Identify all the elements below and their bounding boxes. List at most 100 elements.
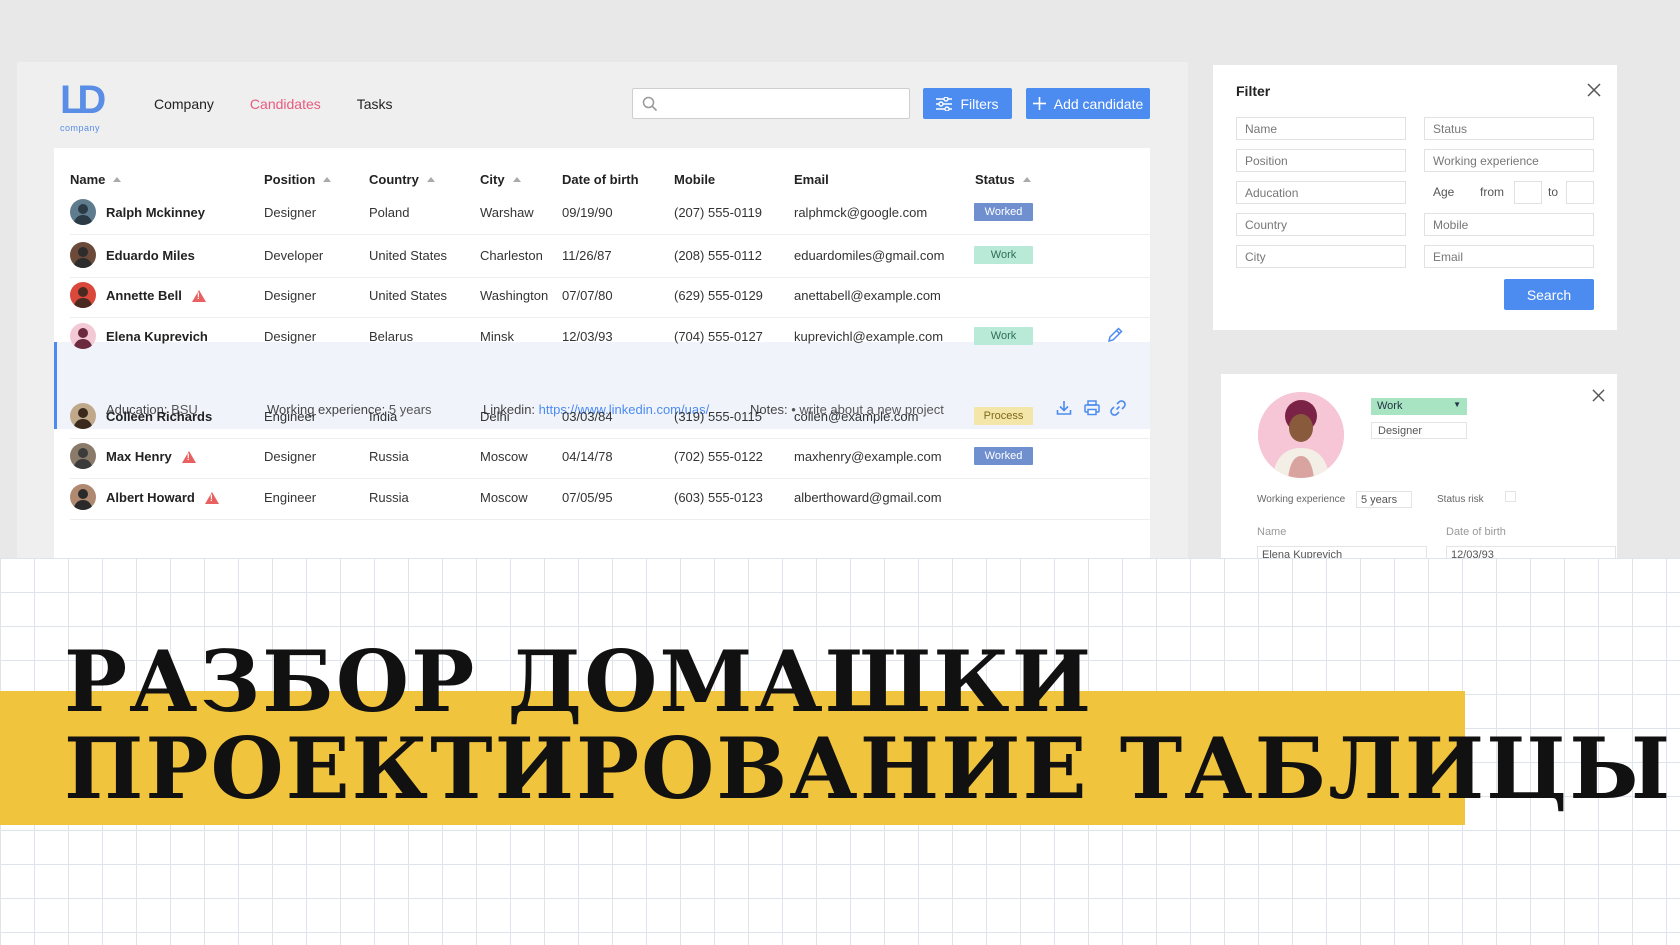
cell-email: kuprevichl@example.com xyxy=(794,329,944,344)
status-risk-checkbox[interactable] xyxy=(1505,491,1516,502)
profile-avatar[interactable] xyxy=(1258,392,1344,478)
cell-mobile: (629) 555-0129 xyxy=(674,288,763,303)
column-header-status[interactable]: Status xyxy=(975,172,1031,187)
headline-line-2: ПРОЕКТИРОВАНИЕ ТАБЛИЦЫ xyxy=(64,719,1673,818)
search-input[interactable] xyxy=(632,88,910,119)
table-row[interactable]: Eduardo Miles Developer United States Charl… xyxy=(54,234,1150,278)
table-row[interactable]: Elena Kuprevich Designer Belarus Minsk 12/03… xyxy=(54,315,1150,359)
candidate-name[interactable]: Max Henry xyxy=(106,449,196,464)
candidate-name[interactable]: Ralph Mckinney xyxy=(106,205,205,220)
table-row[interactable]: Annette Bell Designer United States Washing… xyxy=(54,274,1150,318)
column-header-mobile[interactable]: Mobile xyxy=(674,172,715,187)
filter-country-field[interactable] xyxy=(1236,213,1406,236)
column-header-city[interactable]: City xyxy=(480,172,521,187)
filter-age-from-field[interactable] xyxy=(1514,181,1542,204)
profile-status-select[interactable]: Work ▼ xyxy=(1371,398,1467,415)
profile-position-select[interactable]: Designer xyxy=(1371,422,1467,439)
cell-dob: 11/26/87 xyxy=(562,248,612,263)
column-header-name[interactable]: Name xyxy=(70,172,122,187)
company-logo[interactable]: LD company xyxy=(60,78,110,134)
filter-city-field[interactable] xyxy=(1236,245,1406,268)
avatar xyxy=(70,242,96,268)
column-header-country[interactable]: Country xyxy=(369,172,435,187)
cell-city: Moscow xyxy=(480,490,528,505)
cell-mobile: (319) 555-0115 xyxy=(674,409,762,424)
chevron-down-icon: ▼ xyxy=(1453,400,1461,409)
person-photo-icon xyxy=(1258,392,1344,478)
avatar xyxy=(70,323,96,349)
candidate-name[interactable]: Eduardo Miles xyxy=(106,248,195,263)
cell-mobile: (704) 555-0127 xyxy=(674,329,763,344)
column-header-email[interactable]: Email xyxy=(794,172,829,187)
candidate-name[interactable]: Annette Bell xyxy=(106,288,206,303)
table-row[interactable]: Colleen Richards Engineer India Delhi 03/03/… xyxy=(54,395,1150,439)
table-row[interactable]: Max Henry Designer Russia Moscow 04/14/78 (70… xyxy=(54,435,1150,479)
nav-candidates[interactable]: Candidates xyxy=(250,95,321,113)
candidate-name[interactable]: Albert Howard xyxy=(106,490,219,505)
nav-tasks[interactable]: Tasks xyxy=(357,95,393,113)
filter-mobile-field[interactable] xyxy=(1424,213,1594,236)
filter-title: Filter xyxy=(1236,83,1271,99)
cell-email: alberthoward@gmail.com xyxy=(794,490,942,505)
candidate-name[interactable]: Colleen Richards xyxy=(106,409,212,424)
avatar xyxy=(70,403,96,429)
filter-email-field[interactable] xyxy=(1424,245,1594,268)
nav-company[interactable]: Company xyxy=(154,95,214,113)
cell-position: Engineer xyxy=(264,490,317,505)
filters-button[interactable]: Filters xyxy=(923,88,1012,119)
avatar xyxy=(70,484,96,510)
edit-pencil-icon[interactable] xyxy=(1106,326,1124,344)
cell-country: United States xyxy=(369,288,448,303)
warning-icon xyxy=(181,450,196,463)
column-header-dob[interactable]: Date of birth xyxy=(562,172,639,187)
sort-asc-icon xyxy=(1022,177,1031,182)
cell-mobile: (208) 555-0112 xyxy=(674,248,762,263)
candidate-name[interactable]: Elena Kuprevich xyxy=(106,329,208,344)
filter-position-field[interactable] xyxy=(1236,149,1406,172)
search-icon xyxy=(642,96,658,112)
profile-experience-field[interactable]: 5 years xyxy=(1356,491,1412,508)
cell-country: Russia xyxy=(369,449,409,464)
sort-asc-icon xyxy=(512,177,521,182)
cell-dob: 09/19/90 xyxy=(562,205,613,220)
cell-dob: 04/14/78 xyxy=(562,449,613,464)
cell-mobile: (603) 555-0123 xyxy=(674,490,763,505)
profile-dob-field[interactable]: 12/03/93 xyxy=(1446,546,1616,558)
cell-position: Designer xyxy=(264,449,317,464)
cell-email: collen@example.com xyxy=(794,409,919,424)
cell-position: Engineer xyxy=(264,409,317,424)
filter-age-to-field[interactable] xyxy=(1566,181,1594,204)
headline-line-1: РАЗБОР ДОМАШКИ xyxy=(64,632,1094,731)
candidate-profile-panel: Work ▼ Designer Working experience 5 yea… xyxy=(1221,374,1617,558)
close-icon[interactable] xyxy=(1587,83,1601,97)
table-row[interactable]: Ralph Mckinney Designer Poland Warshaw 09/19… xyxy=(54,191,1150,235)
sort-asc-icon xyxy=(323,177,332,182)
filter-experience-field[interactable] xyxy=(1424,149,1594,172)
cell-city: Charleston xyxy=(480,248,543,263)
filter-search-button[interactable]: Search xyxy=(1504,279,1594,310)
add-candidate-button[interactable]: Add candidate xyxy=(1026,88,1150,119)
filter-panel: Filter Age from to Search xyxy=(1213,65,1617,330)
profile-experience-label: Working experience xyxy=(1257,494,1346,505)
table-row[interactable]: Albert Howard Engineer Russia Moscow 07/05/9… xyxy=(54,476,1150,520)
profile-name-field[interactable]: Elena Kuprevich xyxy=(1257,546,1427,558)
profile-name-label: Name xyxy=(1257,526,1287,538)
cell-dob: 07/05/95 xyxy=(562,490,613,505)
avatar xyxy=(70,282,96,308)
sort-asc-icon xyxy=(426,177,435,182)
close-icon[interactable] xyxy=(1592,389,1605,402)
cell-country: United States xyxy=(369,248,448,263)
cell-country: Poland xyxy=(369,205,410,220)
status-badge: Worked xyxy=(974,447,1033,465)
cell-email: ralphmck@google.com xyxy=(794,205,928,220)
candidates-table: Name Position Country City Date of birth… xyxy=(54,148,1150,558)
logo-subtitle: company xyxy=(60,123,101,133)
filter-name-field[interactable] xyxy=(1236,117,1406,140)
filter-status-field[interactable] xyxy=(1424,117,1594,140)
cell-email: anettabell@example.com xyxy=(794,288,941,303)
column-header-position[interactable]: Position xyxy=(264,172,332,187)
filter-education-field[interactable] xyxy=(1236,181,1406,204)
avatar xyxy=(70,443,96,469)
cell-country: Russia xyxy=(369,490,409,505)
cell-city: Minsk xyxy=(480,329,514,344)
